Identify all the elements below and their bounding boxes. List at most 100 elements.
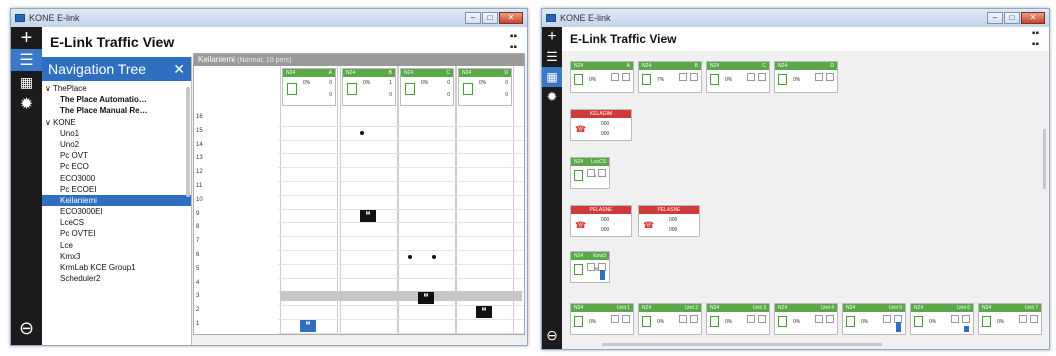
- tree-item[interactable]: Kmx3: [42, 251, 191, 262]
- lift-load: 0%: [725, 319, 733, 325]
- tree-item[interactable]: Uno1: [42, 128, 191, 139]
- lift-card[interactable]: N24 B 0% 1 0: [342, 68, 396, 106]
- lift-card-header: N24 A: [283, 69, 335, 77]
- lift-card[interactable]: N24LceCS0%: [570, 157, 610, 189]
- lift-card[interactable]: N24Kmx330%: [570, 251, 610, 283]
- floor-label: 12: [196, 169, 203, 176]
- tree-item[interactable]: ∨ KONE: [42, 117, 191, 128]
- close-button[interactable]: ✕: [499, 12, 523, 24]
- menu-icon[interactable]: ☰: [11, 49, 42, 71]
- collapse-circle-icon[interactable]: ⊖: [11, 317, 42, 339]
- load-bar: [600, 270, 605, 280]
- add-icon[interactable]: +: [11, 27, 42, 49]
- tree-scrollbar[interactable]: [186, 87, 190, 197]
- status-box: [747, 315, 755, 323]
- lift-name: D: [504, 70, 508, 76]
- tree-item[interactable]: The Place Manual Re…: [42, 105, 191, 116]
- status-box: [611, 73, 619, 81]
- minimize-button[interactable]: –: [465, 12, 481, 24]
- left-titlebar[interactable]: KONE E-link – □ ✕: [11, 9, 527, 27]
- status-box: [679, 73, 687, 81]
- layout-grid-icon[interactable]: ▪▪ ▪▪: [1032, 28, 1039, 50]
- lift-card[interactable]: N24 Unit 3 0%: [706, 303, 770, 335]
- grid-view-icon[interactable]: ▦: [542, 67, 562, 87]
- elevator-car[interactable]: ▮▮: [360, 209, 376, 222]
- tree-item[interactable]: Scheduler2: [42, 273, 191, 284]
- alarm-card-header: KELAGIM: [571, 110, 631, 118]
- floor-line: [278, 125, 524, 127]
- door-icon: [914, 316, 923, 327]
- call-marker: [408, 255, 412, 259]
- tree-item[interactable]: Lce: [42, 240, 191, 251]
- lift-card[interactable]: N24 Unit 4 0%: [774, 303, 838, 335]
- load-bar: [896, 322, 901, 332]
- add-icon[interactable]: +: [542, 27, 562, 47]
- alarm-card[interactable]: PELASNE ☎ 000 000: [638, 205, 700, 237]
- alarm-card[interactable]: KELAGIM ☎ 000 000: [570, 109, 632, 141]
- left-app-window: KONE E-link – □ ✕ + ☰ ▦ ✹ ⊖ E-Link Traff…: [10, 8, 528, 346]
- lift-card[interactable]: N24 Unit 5 0%: [842, 303, 906, 335]
- tree-item[interactable]: ECO3000EI: [42, 206, 191, 217]
- tree-item[interactable]: Pc ECOEI: [42, 184, 191, 195]
- layout-grid-icon[interactable]: ▪▪ ▪▪: [510, 31, 517, 53]
- lift-direction: 0: [505, 80, 508, 86]
- elevator-car[interactable]: ▮▮: [300, 320, 316, 332]
- alarm-title: PELASNE: [657, 207, 681, 213]
- tree-item[interactable]: Pc OVT: [42, 150, 191, 161]
- floor-label: 6: [196, 252, 200, 258]
- elevator-car[interactable]: ▮▮: [418, 292, 434, 305]
- floor-line: [278, 250, 524, 251]
- maximize-button[interactable]: □: [482, 12, 498, 24]
- lift-card[interactable]: N24 A 0%: [570, 61, 634, 93]
- grid-view-icon[interactable]: ▦: [11, 71, 42, 93]
- close-nav-icon[interactable]: ✕: [173, 61, 185, 78]
- lift-card[interactable]: N24 C 0% 0 0: [400, 68, 454, 106]
- lift-name: Unit 6: [956, 305, 970, 311]
- door-icon: [574, 316, 583, 327]
- lift-group: N24: [462, 70, 472, 76]
- lift-card[interactable]: N24 B 7%: [638, 61, 702, 93]
- lift-name: A: [328, 70, 332, 76]
- collapse-circle-icon[interactable]: ⊖: [542, 325, 562, 345]
- lift-card-header: N24 LceCS: [571, 158, 609, 166]
- lift-card-header: N24 D: [459, 69, 511, 77]
- lift-card[interactable]: N24 D 0%: [774, 61, 838, 93]
- tree-item[interactable]: Pc ECO: [42, 161, 191, 172]
- menu-icon[interactable]: ☰: [542, 47, 562, 67]
- floor-label: 16: [196, 114, 203, 120]
- tree-item[interactable]: Uno2: [42, 139, 191, 150]
- tree-item[interactable]: KrmLab KCE Group1: [42, 262, 191, 273]
- tree-item[interactable]: ∨ ThePlace: [42, 83, 191, 94]
- lift-name: Unit 5: [888, 305, 902, 311]
- tree-item[interactable]: Pc OVTEI: [42, 228, 191, 239]
- tree-item[interactable]: ECO3000: [42, 173, 191, 184]
- alarm-card-header: PELASNE: [639, 206, 699, 214]
- elevator-car[interactable]: ▮▮: [476, 306, 492, 319]
- lift-card[interactable]: N24 D 0% 0 0: [458, 68, 512, 106]
- lift-group: N24: [346, 70, 356, 76]
- door-icon: [642, 316, 651, 327]
- tree-item[interactable]: Keilaniemi: [42, 194, 191, 207]
- lift-card[interactable]: N24 Unit 6 0%: [910, 303, 974, 335]
- lift-card[interactable]: N24 C 0%: [706, 61, 770, 93]
- alarm-card[interactable]: PELASNE ☎ 000 000: [570, 205, 632, 237]
- horizontal-scrollbar[interactable]: [602, 343, 882, 346]
- right-app-window: KONE E-link – □ ✕ + ☰ ▦ ✹ ⊖ E-Link Traff…: [541, 8, 1050, 350]
- status-box: [962, 315, 970, 323]
- right-titlebar[interactable]: KONE E-link – □ ✕: [542, 9, 1049, 27]
- close-button[interactable]: ✕: [1021, 12, 1045, 24]
- alarm-title: KELAGIM: [589, 111, 613, 117]
- lift-card[interactable]: N24 Unit 7 0%: [978, 303, 1042, 335]
- lift-card[interactable]: N24 Unit 2 0%: [638, 303, 702, 335]
- tree-item[interactable]: LceCS: [42, 217, 191, 228]
- minimize-button[interactable]: –: [987, 12, 1003, 24]
- settings-gear-icon[interactable]: ✹: [542, 87, 562, 107]
- settings-gear-icon[interactable]: ✹: [11, 93, 42, 115]
- vertical-scrollbar[interactable]: [1043, 129, 1046, 189]
- tree-item[interactable]: The Place Automatio…: [42, 94, 191, 105]
- lift-card[interactable]: N24 A 0% 0 0: [282, 68, 336, 106]
- left-window-title: KONE E-link: [29, 13, 80, 23]
- lift-card[interactable]: N24 Unit 1 0%: [570, 303, 634, 335]
- maximize-button[interactable]: □: [1004, 12, 1020, 24]
- lift-count: 0: [329, 92, 332, 98]
